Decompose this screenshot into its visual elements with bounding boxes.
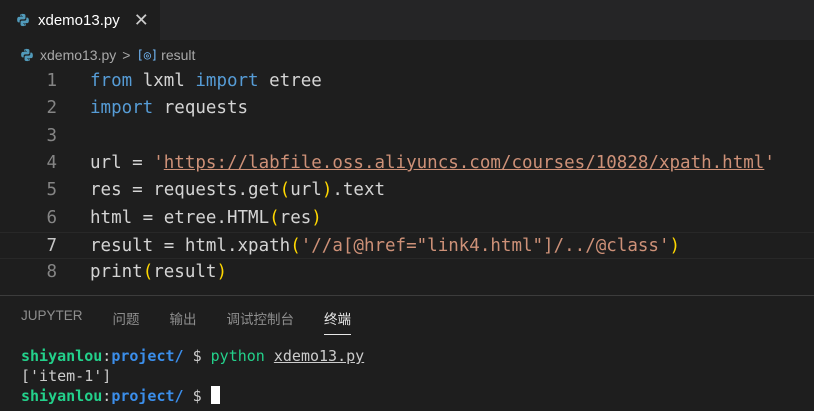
line-number: 2 (46, 98, 57, 119)
code-text: print(result) (90, 259, 227, 286)
terminal-line: shiyanlou:project/ $ python xdemo13.py (21, 347, 364, 365)
code-link[interactable]: https://labfile.oss.aliyuncs.com/courses… (164, 153, 765, 173)
terminal-command: python (210, 347, 265, 365)
terminal-file-link[interactable]: xdemo13.py (274, 347, 364, 365)
breadcrumb-file[interactable]: xdemo13.py (40, 47, 116, 63)
breadcrumb-symbol[interactable]: result (161, 47, 195, 63)
prompt-user: shiyanlou (21, 347, 103, 365)
code-token: res (279, 207, 312, 228)
python-file-icon (21, 48, 33, 62)
code-token: ( (142, 262, 154, 283)
tab-filename: xdemo13.py (38, 11, 120, 29)
bottom-panel: JUPYTER 问题 输出 调试控制台 终端 shiyanlou:project/ $ … (0, 295, 814, 411)
code-token: ' (153, 152, 164, 173)
code-token: '//a[@href="link4.html"]/../@class' (300, 235, 670, 256)
code-token: ( (279, 180, 291, 201)
code-line[interactable]: 2 import requests (0, 95, 814, 122)
code-token: from (90, 71, 133, 91)
code-token: ) (216, 262, 227, 283)
breadcrumb: xdemo13.py > [◎] result (20, 44, 195, 66)
code-token: result (153, 262, 217, 283)
variable-icon: [◎] (136, 48, 159, 62)
code-token: requests (153, 98, 249, 119)
line-number: 3 (46, 125, 57, 146)
line-number: 6 (46, 207, 57, 228)
panel-tab[interactable]: 输出 (170, 308, 197, 335)
code-line[interactable]: 3 (0, 123, 814, 150)
code-token: import (90, 98, 154, 119)
code-text: from lxml import etree (90, 68, 322, 95)
panel-tab[interactable]: 问题 (113, 308, 140, 335)
code-token: lxml (132, 71, 196, 91)
prompt-user: shiyanlou (21, 387, 103, 405)
panel-tab[interactable]: JUPYTER (21, 308, 83, 335)
code-line[interactable]: 8 print(result) (0, 259, 814, 286)
code-line[interactable]: 6 html = etree.HTML(res) (0, 205, 814, 232)
prompt-colon: : (102, 347, 112, 365)
terminal-line: shiyanlou:project/ $ (21, 386, 220, 405)
prompt-path: project/ (111, 347, 184, 365)
line-number: 5 (46, 180, 57, 201)
code-text: result = html.xpath('//a[@href="link4.ht… (90, 233, 680, 260)
editor-tab-bar: xdemo13.py ✕ (0, 0, 814, 40)
code-token: ( (290, 235, 301, 256)
code-editor[interactable]: 1 from lxml import etree 2 import requests 3… (0, 68, 814, 294)
line-number: 1 (46, 71, 57, 91)
code-token: url = (90, 152, 154, 173)
terminal[interactable]: shiyanlou:project/ $ python xdemo13.py [… (21, 346, 364, 406)
code-token: ) (321, 180, 333, 201)
code-text: import requests (90, 95, 248, 122)
code-token: import (195, 71, 259, 91)
code-line[interactable]: 7 result = html.xpath('//a[@href="link4.h… (0, 231, 814, 260)
python-file-icon (17, 13, 29, 27)
code-line[interactable]: 4 url = 'https://labfile.oss.aliyuncs.com… (0, 150, 814, 177)
code-token: url (290, 180, 322, 201)
line-number: 4 (46, 152, 57, 173)
code-text: html = etree.HTML(res) (90, 205, 322, 232)
code-token: result = html.xpath (90, 235, 291, 256)
line-number: 8 (46, 262, 57, 283)
prompt-path: project/ (111, 387, 184, 405)
editor-tab-xdemo13[interactable]: xdemo13.py ✕ (0, 0, 160, 40)
code-text: url = 'https://labfile.oss.aliyuncs.com/… (90, 150, 775, 177)
prompt-symbol: $ (183, 387, 211, 405)
code-token: ) (311, 207, 322, 228)
code-token: etree (258, 71, 322, 91)
panel-tab[interactable]: 调试控制台 (227, 308, 295, 335)
code-token: ( (269, 207, 280, 228)
terminal-cursor (210, 386, 220, 404)
code-text: res = requests.get(url).text (90, 177, 385, 204)
close-icon[interactable]: ✕ (134, 11, 149, 29)
terminal-output: ['item-1'] (21, 367, 112, 385)
code-token: print (90, 262, 143, 283)
code-line[interactable]: 1 from lxml import etree (0, 68, 814, 95)
line-number: 7 (46, 235, 57, 256)
chevron-right-icon: > (122, 47, 131, 63)
prompt-colon: : (102, 387, 112, 405)
panel-tabs: JUPYTER 问题 输出 调试控制台 终端 (21, 308, 381, 335)
code-token: ) (669, 235, 681, 256)
code-token: res = requests.get (90, 180, 280, 201)
code-token: ' (764, 152, 775, 173)
code-token: .text (332, 180, 386, 201)
code-line[interactable]: 5 res = requests.get(url).text (0, 177, 814, 204)
code-token: html = etree.HTML (90, 207, 270, 228)
prompt-symbol: $ (183, 347, 211, 365)
panel-tab[interactable]: 终端 (324, 308, 352, 335)
